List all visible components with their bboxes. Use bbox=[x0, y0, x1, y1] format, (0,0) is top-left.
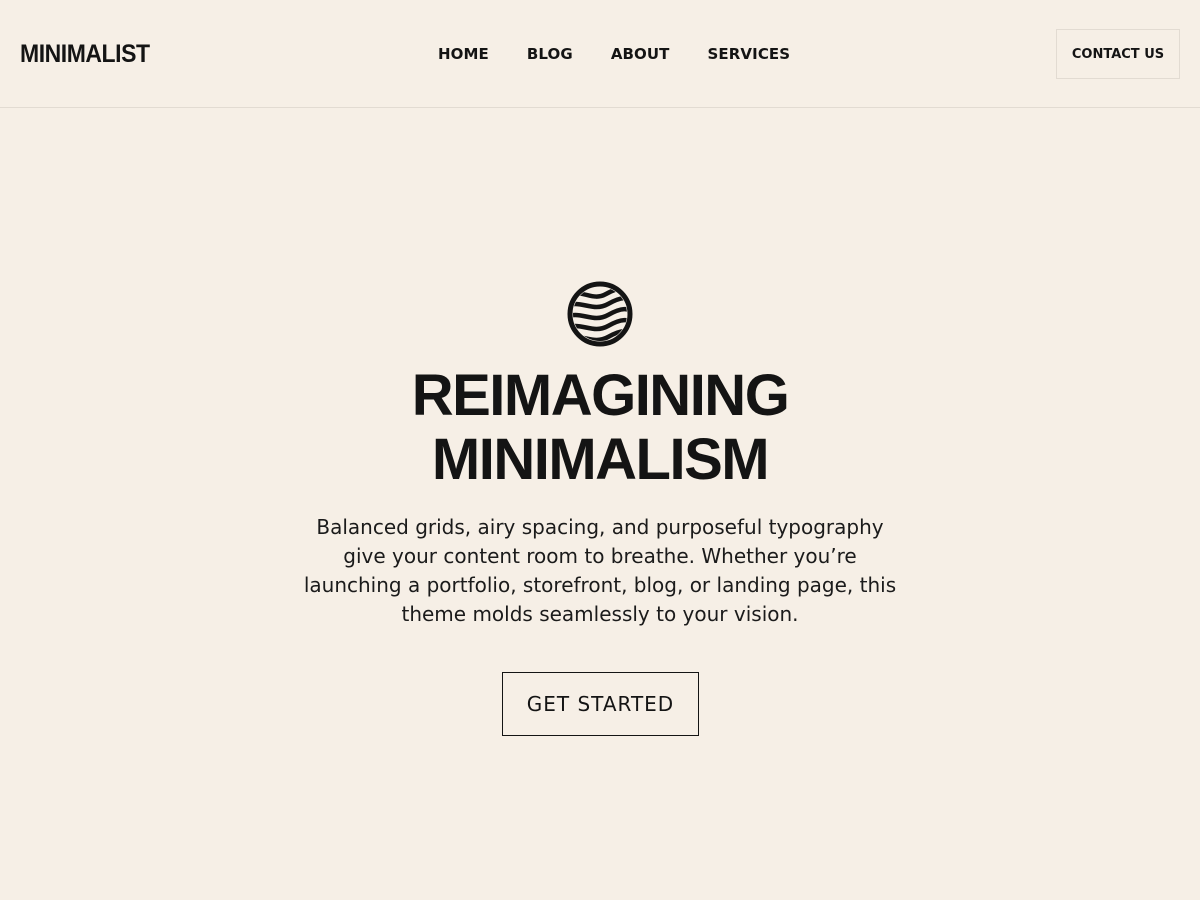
striped-globe-icon bbox=[567, 281, 633, 347]
hero-title-line-2: MINIMALISM bbox=[431, 427, 770, 492]
main-nav: HOME BLOG ABOUT SERVICES bbox=[438, 44, 790, 64]
site-header: MINIMALIST HOME BLOG ABOUT SERVICES CONT… bbox=[0, 0, 1200, 108]
nav-item-home[interactable]: HOME bbox=[438, 44, 489, 64]
hero-title: REIMAGINING MINIMALISM bbox=[300, 364, 900, 492]
nav-item-about[interactable]: ABOUT bbox=[611, 44, 670, 64]
site-logo[interactable]: MINIMALIST bbox=[20, 38, 150, 70]
hero-description: Balanced grids, airy spacing, and purpos… bbox=[303, 515, 897, 626]
nav-item-blog[interactable]: BLOG bbox=[527, 44, 573, 64]
hero-title-line-1: REIMAGINING bbox=[411, 363, 790, 428]
get-started-button[interactable]: GET STARTED bbox=[502, 672, 699, 736]
nav-item-services[interactable]: SERVICES bbox=[708, 44, 791, 64]
contact-us-button[interactable]: CONTACT US bbox=[1056, 29, 1180, 79]
